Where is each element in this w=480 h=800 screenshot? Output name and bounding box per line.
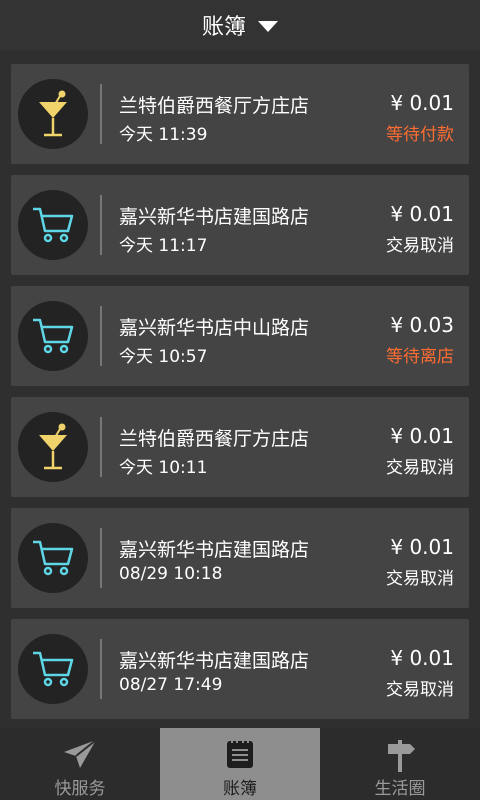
- merchant-name: 嘉兴新华书店建国路店: [119, 539, 310, 561]
- transaction-amount: ¥ 0.01: [390, 424, 454, 448]
- tab-quick-service[interactable]: 快服务: [0, 728, 160, 800]
- transaction-time: 今天 11:17: [119, 236, 208, 256]
- transaction-time: 今天 10:57: [119, 347, 208, 367]
- row-divider: [100, 195, 102, 255]
- transaction-row[interactable]: 嘉兴新华书店中山路店 今天 10:57 ¥ 0.03 等待离店: [11, 286, 469, 386]
- transaction-status: 交易取消: [386, 680, 454, 700]
- merchant-icon-badge: [18, 79, 88, 149]
- transaction-row[interactable]: 嘉兴新华书店建国路店 今天 11:17 ¥ 0.01 交易取消: [11, 175, 469, 275]
- row-divider: [100, 306, 102, 366]
- ledger-icon: [227, 739, 253, 768]
- tab-label: 账簿: [223, 779, 257, 799]
- page-title: 账簿: [201, 15, 246, 40]
- transaction-time: 今天 10:11: [119, 458, 208, 478]
- header-bar[interactable]: 账簿: [0, 0, 480, 50]
- merchant-name: 兰特伯爵西餐厅方庄店: [119, 428, 310, 450]
- merchant-name: 兰特伯爵西餐厅方庄店: [119, 95, 310, 117]
- transaction-row[interactable]: 兰特伯爵西餐厅方庄店 今天 10:11 ¥ 0.01 交易取消: [11, 397, 469, 497]
- merchant-icon-badge: [18, 634, 88, 704]
- transaction-row[interactable]: 嘉兴新华书店建国路店 08/29 10:18 ¥ 0.01 交易取消: [11, 508, 469, 608]
- transaction-time: 今天 11:39: [119, 125, 208, 145]
- transaction-status: 等待离店: [386, 347, 454, 367]
- merchant-icon-badge: [18, 523, 88, 593]
- cart-icon: [33, 651, 74, 687]
- row-divider: [100, 639, 102, 699]
- transaction-amount: ¥ 0.01: [390, 202, 454, 226]
- transaction-amount: ¥ 0.01: [390, 535, 454, 559]
- paper-plane-icon: [64, 739, 97, 768]
- transaction-amount: ¥ 0.01: [390, 646, 454, 670]
- cocktail-icon: [39, 423, 67, 470]
- merchant-name: 嘉兴新华书店建国路店: [119, 206, 310, 228]
- transaction-time: 08/29 10:18: [119, 564, 223, 584]
- transaction-row[interactable]: 兰特伯爵西餐厅方庄店 今天 11:39 ¥ 0.01 等待付款: [11, 64, 469, 164]
- merchant-icon-badge: [18, 190, 88, 260]
- transaction-status: 等待付款: [386, 125, 454, 145]
- bottom-tab-bar: 快服务 账簿 生活圈: [0, 728, 480, 800]
- merchant-icon-badge: [18, 412, 88, 482]
- transaction-status: 交易取消: [386, 458, 454, 478]
- signpost-icon: [388, 740, 415, 772]
- transaction-status: 交易取消: [386, 236, 454, 256]
- transaction-amount: ¥ 0.01: [390, 91, 454, 115]
- tab-label: 快服务: [54, 779, 106, 799]
- row-divider: [100, 528, 102, 588]
- row-divider: [100, 84, 102, 144]
- cart-icon: [33, 540, 74, 576]
- merchant-name: 嘉兴新华书店建国路店: [119, 650, 310, 672]
- merchant-name: 嘉兴新华书店中山路店: [119, 317, 310, 339]
- merchant-icon-badge: [18, 301, 88, 371]
- tab-life-circle[interactable]: 生活圈: [320, 728, 480, 800]
- tab-ledger[interactable]: 账簿: [160, 728, 320, 800]
- transaction-time: 08/27 17:49: [119, 675, 223, 695]
- cocktail-icon: [39, 90, 67, 137]
- transaction-row[interactable]: 嘉兴新华书店建国路店 08/27 17:49 ¥ 0.01 交易取消: [11, 619, 469, 719]
- cart-icon: [33, 207, 74, 243]
- tab-label: 生活圈: [374, 779, 426, 799]
- row-divider: [100, 417, 102, 477]
- transaction-status: 交易取消: [386, 569, 454, 589]
- cart-icon: [33, 318, 74, 354]
- transaction-amount: ¥ 0.03: [390, 313, 454, 337]
- transaction-list[interactable]: 兰特伯爵西餐厅方庄店 今天 11:39 ¥ 0.01 等待付款 嘉兴新华书店建国…: [0, 54, 480, 728]
- dropdown-caret-icon[interactable]: [258, 20, 278, 32]
